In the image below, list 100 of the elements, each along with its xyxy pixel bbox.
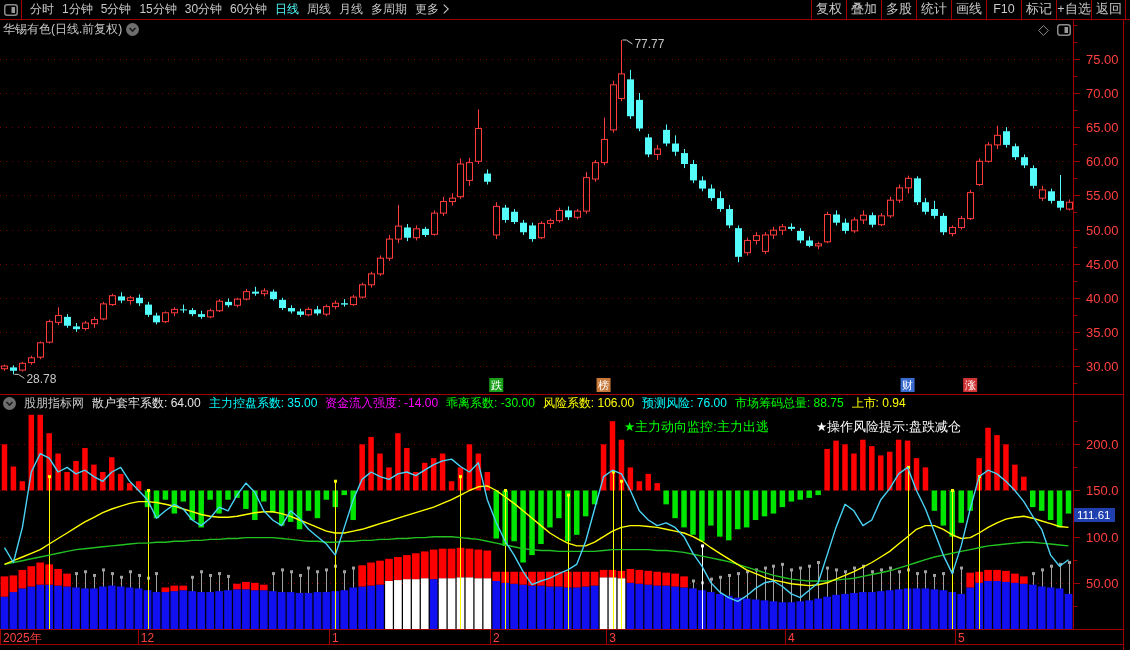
bar — [511, 490, 517, 542]
bar — [484, 472, 491, 491]
event-tag: 财 — [900, 378, 915, 392]
candlestick — [359, 282, 366, 299]
period-tab[interactable]: 月线 — [335, 0, 368, 19]
bar — [466, 444, 473, 491]
candlestick — [779, 223, 786, 236]
bar — [368, 436, 374, 491]
candlestick — [529, 222, 536, 243]
bar — [82, 448, 88, 491]
bar — [134, 588, 143, 629]
bar — [117, 473, 124, 491]
candlestick — [323, 304, 330, 317]
candlestick — [207, 308, 214, 319]
date-label: 3 — [609, 630, 616, 644]
candlestick — [475, 108, 482, 165]
point — [701, 544, 704, 548]
bar — [556, 490, 562, 519]
bar — [64, 472, 70, 491]
candlestick — [82, 320, 89, 332]
candlestick — [681, 148, 688, 169]
toolbar-button[interactable]: 复权 — [811, 0, 846, 19]
candlestick — [386, 234, 393, 262]
period-tab[interactable]: 60分钟 — [226, 0, 272, 19]
candlestick — [797, 227, 804, 244]
bar — [359, 444, 365, 491]
candlestick — [10, 364, 17, 375]
bar — [931, 490, 938, 511]
candlestick — [1066, 199, 1073, 211]
candlestick — [654, 144, 661, 161]
price-callout: 28.78 — [13, 371, 57, 386]
period-tab[interactable]: 周线 — [303, 0, 336, 19]
bar — [153, 490, 160, 519]
period-tab[interactable]: 日线 — [271, 0, 304, 19]
toolbar-button[interactable]: 多股 — [881, 0, 916, 19]
bar — [824, 448, 830, 491]
period-tab[interactable]: 15分钟 — [135, 0, 181, 19]
candlestick — [243, 288, 250, 301]
bar — [109, 457, 115, 491]
bar — [761, 490, 768, 517]
candlestick — [91, 316, 98, 329]
bar — [493, 490, 499, 539]
candlestick — [806, 235, 813, 248]
candlestick — [672, 134, 679, 157]
period-tab[interactable]: 多周期 — [367, 0, 412, 19]
more-menu-tab[interactable]: 更多 — [411, 0, 454, 19]
bar — [395, 433, 401, 491]
bar — [538, 490, 544, 545]
point — [48, 475, 51, 479]
period-tab[interactable]: 5分钟 — [96, 0, 136, 19]
toolbar-button[interactable]: 画线 — [951, 0, 986, 19]
candlestick — [162, 310, 169, 324]
candlestick — [413, 224, 420, 241]
candlestick — [28, 355, 35, 366]
bar — [751, 599, 760, 629]
bar — [269, 490, 276, 513]
bar — [547, 490, 553, 528]
bar — [198, 490, 204, 528]
chevron-right-icon — [443, 4, 450, 14]
period-tab[interactable]: 1分钟 — [58, 0, 97, 19]
bar — [261, 490, 267, 502]
bar — [207, 490, 213, 500]
bar — [627, 467, 634, 491]
bar — [734, 490, 741, 530]
toolbar-button[interactable]: 统计 — [916, 0, 951, 19]
bar — [296, 490, 303, 530]
bar — [91, 464, 97, 491]
toolbar-button[interactable]: F10 — [986, 0, 1021, 19]
bar — [797, 490, 804, 500]
bar — [404, 448, 410, 491]
bar — [769, 601, 778, 629]
axis-label: 100.0 — [1086, 530, 1119, 545]
dropdown-icon[interactable] — [126, 22, 140, 36]
candlestick — [1021, 153, 1028, 169]
bar — [277, 592, 286, 629]
dropdown-icon[interactable] — [3, 397, 16, 410]
toolbar-button[interactable]: +自选 — [1056, 0, 1091, 19]
bar — [921, 588, 930, 629]
candlestick — [583, 171, 590, 215]
candlestick — [109, 293, 116, 307]
panel-icon[interactable] — [1057, 24, 1071, 36]
bar — [913, 458, 920, 491]
bar — [1, 444, 8, 491]
candlestick — [377, 254, 384, 277]
bar — [957, 593, 966, 629]
period-tab[interactable]: 30分钟 — [180, 0, 227, 19]
bar — [1030, 490, 1036, 508]
candlestick — [708, 184, 715, 202]
period-tab[interactable]: 分时 — [26, 0, 58, 19]
toolbar-button[interactable]: 叠加 — [846, 0, 881, 19]
toolbar-button[interactable]: 返回 — [1091, 0, 1126, 19]
bar — [770, 490, 777, 514]
bar — [752, 490, 759, 521]
candlestick — [270, 289, 277, 301]
bar — [386, 467, 392, 491]
bar — [341, 490, 347, 496]
diamond-icon[interactable] — [1038, 24, 1049, 36]
axis-label: 40.00 — [1086, 291, 1119, 306]
bar — [895, 439, 902, 491]
toolbar-button[interactable]: 标记 — [1021, 0, 1056, 19]
